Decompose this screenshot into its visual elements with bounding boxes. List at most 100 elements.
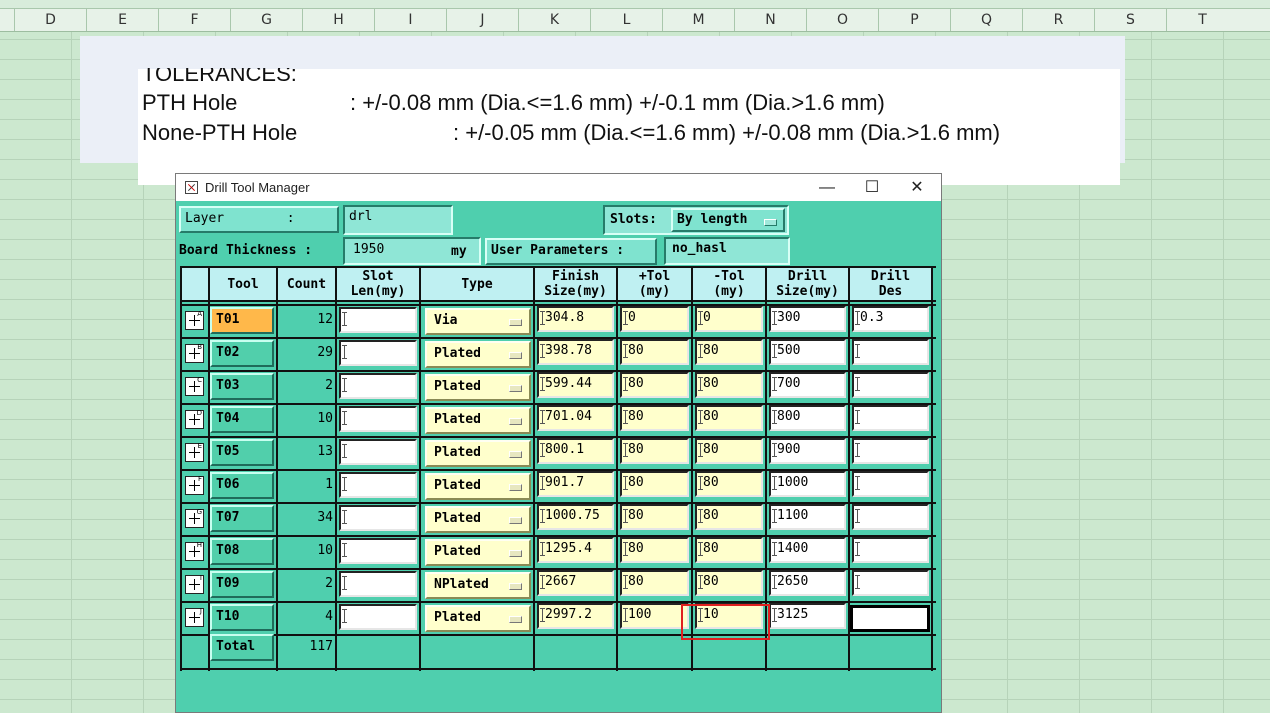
drill-size-field[interactable]: 2650 [769, 570, 846, 596]
layer-field[interactable]: drl [349, 209, 372, 224]
column-header-h[interactable]: H [302, 9, 374, 31]
slot-len-field[interactable] [339, 406, 417, 432]
expand-plus-icon[interactable]: A [185, 310, 204, 330]
finish-size-field[interactable]: 1295.4 [537, 537, 614, 563]
finish-size-field[interactable]: 599.44 [537, 372, 614, 398]
plus-tol-field[interactable]: 80 [620, 570, 689, 596]
minus-tol-field[interactable]: 0 [695, 306, 763, 332]
column-header-r[interactable]: R [1022, 9, 1094, 31]
type-dropdown[interactable]: Plated [425, 341, 531, 368]
plus-tol-field[interactable]: 80 [620, 339, 689, 365]
drill-size-field[interactable]: 500 [769, 339, 846, 365]
drill-des-field[interactable] [852, 339, 929, 365]
minus-tol-field[interactable]: 80 [695, 504, 763, 530]
type-dropdown[interactable]: Plated [425, 407, 531, 434]
drill-des-field[interactable] [852, 405, 929, 431]
expand-plus-icon[interactable]: E [185, 442, 204, 462]
expand-plus-icon[interactable]: C [185, 376, 204, 396]
column-header-e[interactable]: E [86, 9, 158, 31]
drill-des-field[interactable] [852, 537, 929, 563]
column-header-q[interactable]: Q [950, 9, 1022, 31]
drill-size-field[interactable]: 700 [769, 372, 846, 398]
plus-tol-field[interactable]: 0 [620, 306, 689, 332]
expand-plus-icon[interactable]: B [185, 343, 204, 363]
finish-size-field[interactable]: 2997.2 [537, 603, 614, 629]
plus-tol-field[interactable]: 80 [620, 471, 689, 497]
slot-len-field[interactable] [339, 373, 417, 399]
minus-tol-field[interactable]: 80 [695, 570, 763, 596]
close-button[interactable]: ✕ [894, 175, 940, 201]
slots-dropdown[interactable]: By length [671, 208, 785, 232]
finish-size-field[interactable]: 398.78 [537, 339, 614, 365]
tool-button[interactable]: T01 [210, 307, 274, 334]
maximize-button[interactable]: ☐ [849, 175, 895, 201]
type-dropdown[interactable]: Plated [425, 440, 531, 467]
column-header-n[interactable]: N [734, 9, 806, 31]
type-dropdown[interactable]: Plated [425, 473, 531, 500]
slot-len-field[interactable] [339, 340, 417, 366]
minimize-button[interactable]: — [804, 175, 850, 201]
slot-len-field[interactable] [339, 472, 417, 498]
column-header-t[interactable]: T [1166, 9, 1238, 31]
drill-size-field[interactable]: 3125 [769, 603, 846, 629]
thickness-field[interactable]: 1950 [347, 240, 445, 262]
type-dropdown[interactable]: Plated [425, 506, 531, 533]
minus-tol-field[interactable]: 80 [695, 537, 763, 563]
tool-button[interactable]: T07 [210, 505, 274, 532]
expand-plus-icon[interactable]: D [185, 409, 204, 429]
tool-button[interactable]: T06 [210, 472, 274, 499]
column-header-o[interactable]: O [806, 9, 878, 31]
expand-plus-icon[interactable]: I [185, 574, 204, 594]
type-dropdown[interactable]: Plated [425, 374, 531, 401]
slot-len-field[interactable] [339, 571, 417, 597]
column-header-d[interactable]: D [14, 9, 86, 31]
plus-tol-field[interactable]: 80 [620, 504, 689, 530]
slot-len-field[interactable] [339, 307, 417, 333]
expand-plus-icon[interactable]: J [185, 607, 204, 627]
column-header-j[interactable]: J [446, 9, 518, 31]
slot-len-field[interactable] [339, 604, 417, 630]
tool-button[interactable]: T09 [210, 571, 274, 598]
column-header-k[interactable]: K [518, 9, 590, 31]
finish-size-field[interactable]: 901.7 [537, 471, 614, 497]
column-header-l[interactable]: L [590, 9, 662, 31]
expand-plus-icon[interactable]: G [185, 508, 204, 528]
drill-size-field[interactable]: 1000 [769, 471, 846, 497]
type-dropdown[interactable]: Via [425, 308, 531, 335]
slot-len-field[interactable] [339, 505, 417, 531]
tool-button[interactable]: T03 [210, 373, 274, 400]
finish-size-field[interactable]: 304.8 [537, 306, 614, 332]
column-header-g[interactable]: G [230, 9, 302, 31]
drill-size-field[interactable]: 1100 [769, 504, 846, 530]
minus-tol-field[interactable]: 80 [695, 372, 763, 398]
drill-des-field[interactable] [852, 438, 929, 464]
plus-tol-field[interactable]: 100 [620, 603, 689, 629]
tool-button[interactable]: T04 [210, 406, 274, 433]
plus-tol-field[interactable]: 80 [620, 537, 689, 563]
plus-tol-field[interactable]: 80 [620, 438, 689, 464]
drill-des-field[interactable] [852, 570, 929, 596]
minus-tol-field[interactable]: 80 [695, 438, 763, 464]
expand-plus-icon[interactable]: F [185, 475, 204, 495]
column-header-s[interactable]: S [1094, 9, 1166, 31]
plus-tol-field[interactable]: 80 [620, 405, 689, 431]
slot-len-field[interactable] [339, 538, 417, 564]
drill-des-field[interactable]: 0.3 [852, 306, 929, 332]
column-header-i[interactable]: I [374, 9, 446, 31]
tool-button[interactable]: T10 [210, 604, 274, 631]
drill-des-field[interactable] [852, 372, 929, 398]
minus-tol-field[interactable]: 80 [695, 405, 763, 431]
plus-tol-field[interactable]: 80 [620, 372, 689, 398]
finish-size-field[interactable]: 1000.75 [537, 504, 614, 530]
finish-size-field[interactable]: 800.1 [537, 438, 614, 464]
slot-len-field[interactable] [339, 439, 417, 465]
drill-des-field[interactable] [852, 471, 929, 497]
tool-button[interactable]: T02 [210, 340, 274, 367]
type-dropdown[interactable]: Plated [425, 539, 531, 566]
tool-button[interactable]: T08 [210, 538, 274, 565]
column-header-f[interactable]: F [158, 9, 230, 31]
minus-tol-field[interactable]: 80 [695, 339, 763, 365]
finish-size-field[interactable]: 701.04 [537, 405, 614, 431]
column-header-p[interactable]: P [878, 9, 950, 31]
drill-size-field[interactable]: 800 [769, 405, 846, 431]
